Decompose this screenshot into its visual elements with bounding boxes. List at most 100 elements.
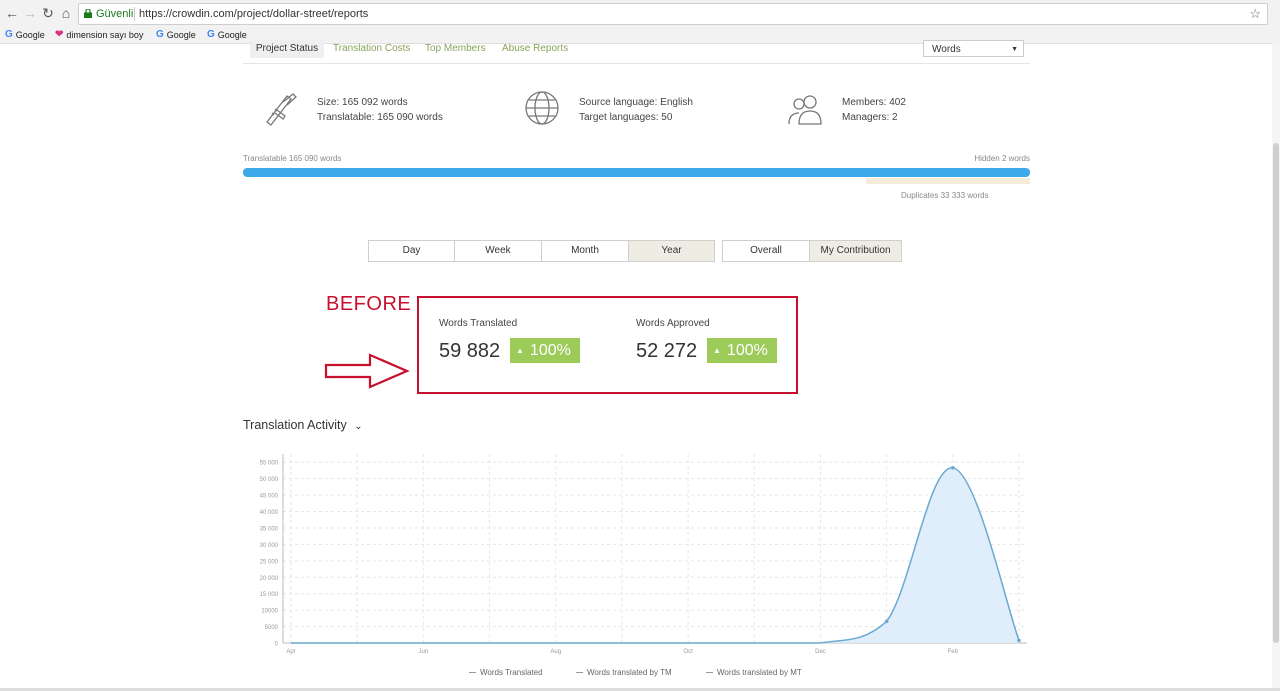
google-icon: G — [156, 29, 164, 40]
legend-swatch — [706, 672, 713, 673]
y-tick-label: 10000 — [261, 609, 278, 615]
source-language-text: Source language: English — [579, 97, 693, 108]
bookmark-label: Google — [15, 29, 45, 40]
bookmark-google[interactable]: G Google — [207, 29, 247, 40]
secure-label: Güvenli — [96, 8, 134, 20]
bookmark-label: Google — [217, 29, 247, 40]
x-tick-label: Dec — [815, 649, 826, 655]
legend-swatch — [576, 672, 583, 673]
caliper-icon — [266, 93, 297, 126]
home-icon[interactable]: ⌂ — [57, 4, 75, 22]
translatable-progress-bar — [243, 168, 1030, 177]
words-approved-change: 100% — [726, 342, 768, 359]
translatable-progress-fill — [243, 168, 1030, 177]
google-icon: G — [207, 29, 215, 40]
target-languages-text: Target languages: 50 — [579, 112, 673, 123]
members-icon — [788, 95, 822, 125]
hidden-label: Hidden 2 words — [974, 154, 1030, 163]
legend-label: Words translated by MT — [717, 668, 802, 677]
translation-activity-chart: 0 5000 10000 15 000 20 000 25 000 30 000 35 000… — [260, 454, 1027, 655]
tab-top-members[interactable]: Top Members — [425, 40, 486, 58]
tab-project-status[interactable]: Project Status — [250, 40, 324, 58]
google-icon: G — [5, 29, 13, 40]
legend-item-words-translated[interactable]: Words Translated — [469, 668, 543, 677]
legend-item-words-translated-by-mt[interactable]: Words translated by MT — [706, 668, 802, 677]
words-translated-label: Words Translated — [439, 318, 518, 329]
page-scrollbar[interactable] — [1272, 43, 1280, 691]
back-icon[interactable]: ← — [3, 4, 21, 22]
y-tick-label: 5000 — [265, 625, 279, 631]
triangle-up-icon: ▲ — [516, 346, 524, 356]
lock-icon — [84, 9, 92, 18]
before-annotation-label: BEFORE — [326, 293, 412, 315]
duplicates-bar — [866, 178, 1030, 184]
scrollbar-thumb[interactable] — [1273, 143, 1279, 643]
member-stats: Members: 402 Managers: 2 — [842, 95, 906, 125]
y-tick-label: 30 000 — [260, 543, 279, 549]
size-stats: Size: 165 092 words Translatable: 165 09… — [317, 95, 443, 125]
words-approved-value: 52 272 — [636, 340, 698, 362]
address-separator — [134, 7, 135, 21]
bookmark-label: dimension sayı boyutu — [66, 29, 144, 40]
chart-title-text: Translation Activity — [243, 418, 347, 432]
x-tick-label: Jun — [419, 649, 429, 655]
data-point — [951, 466, 955, 470]
y-tick-label: 55 000 — [260, 461, 279, 467]
units-select[interactable]: Words ▼ — [923, 40, 1024, 57]
duplicates-label: Duplicates 33 333 words — [901, 191, 989, 200]
triangle-up-icon: ▲ — [713, 346, 721, 356]
forward-icon[interactable]: → — [21, 4, 39, 22]
members-text: Members: 402 — [842, 97, 906, 108]
words-approved-label: Words Approved — [636, 318, 710, 329]
y-tick-label: 40 000 — [260, 510, 279, 516]
legend-swatch — [469, 672, 476, 673]
y-tick-label: 45 000 — [260, 494, 279, 500]
bookmark-star-icon[interactable]: ☆ — [1249, 4, 1261, 24]
bookmarks-bar: GGoogle ❤dimension sayı boyutu GGoogle G… — [0, 27, 1280, 44]
area-fill-words-translated — [291, 467, 1019, 643]
address-bar[interactable]: Güvenli https://crowdin.com/project/doll… — [78, 3, 1268, 25]
chevron-down-icon: ⌄ — [354, 421, 363, 432]
tab-abuse-reports[interactable]: Abuse Reports — [502, 40, 568, 58]
scope-my-contribution-button[interactable]: My Contribution — [809, 240, 902, 262]
words-translated-change: 100% — [529, 342, 571, 359]
legend-label: Words Translated — [480, 668, 543, 677]
data-point — [1017, 638, 1021, 643]
period-day-button[interactable]: Day — [368, 240, 455, 262]
period-month-button[interactable]: Month — [541, 240, 629, 262]
globe-icon — [525, 91, 559, 125]
legend-label: Words translated by TM — [587, 668, 672, 677]
browser-toolbar: ← → ↻ ⌂ Güvenli https://crowdin.com/proj… — [0, 0, 1280, 28]
period-week-button[interactable]: Week — [454, 240, 542, 262]
bookmark-google[interactable]: G Google — [5, 29, 45, 40]
x-tick-label: Oct — [683, 649, 693, 655]
translation-activity-title[interactable]: Translation Activity ⌄ — [243, 418, 363, 432]
managers-text: Managers: 2 — [842, 112, 898, 123]
legend-item-words-translated-by-tm[interactable]: Words translated by TM — [576, 668, 672, 677]
bookmark-dimension[interactable]: ❤dimension sayı boyutu — [55, 29, 144, 40]
words-translated-change-badge: ▲ 100% — [510, 338, 580, 363]
y-tick-label: 0 — [275, 642, 279, 648]
y-tick-label: 20 000 — [260, 576, 279, 582]
language-stats: Source language: English Target language… — [579, 95, 693, 125]
reload-icon[interactable]: ↻ — [39, 4, 57, 22]
words-translated-value: 59 882 — [439, 340, 501, 362]
units-select-value: Words — [932, 44, 961, 55]
period-year-button[interactable]: Year — [628, 240, 715, 262]
bookmark-google[interactable]: G Google — [156, 29, 196, 40]
y-tick-label: 25 000 — [260, 559, 279, 565]
x-tick-label: Aug — [550, 649, 561, 655]
translatable-text: Translatable: 165 090 words — [317, 112, 443, 123]
scope-overall-button[interactable]: Overall — [722, 240, 810, 262]
translatable-label: Translatable 165 090 words — [243, 154, 342, 163]
dimension-icon: ❤ — [55, 29, 64, 40]
url-text[interactable]: https://crowdin.com/project/dollar-stree… — [139, 4, 368, 24]
tab-translation-costs[interactable]: Translation Costs — [333, 40, 410, 58]
tabs-divider — [243, 63, 1030, 64]
y-tick-label: 15 000 — [260, 592, 279, 598]
y-tick-label: 50 000 — [260, 477, 279, 483]
annotation-arrow-icon — [324, 353, 410, 389]
data-point — [884, 619, 889, 624]
words-approved-change-badge: ▲ 100% — [707, 338, 777, 363]
x-tick-label: Apr — [286, 649, 295, 655]
